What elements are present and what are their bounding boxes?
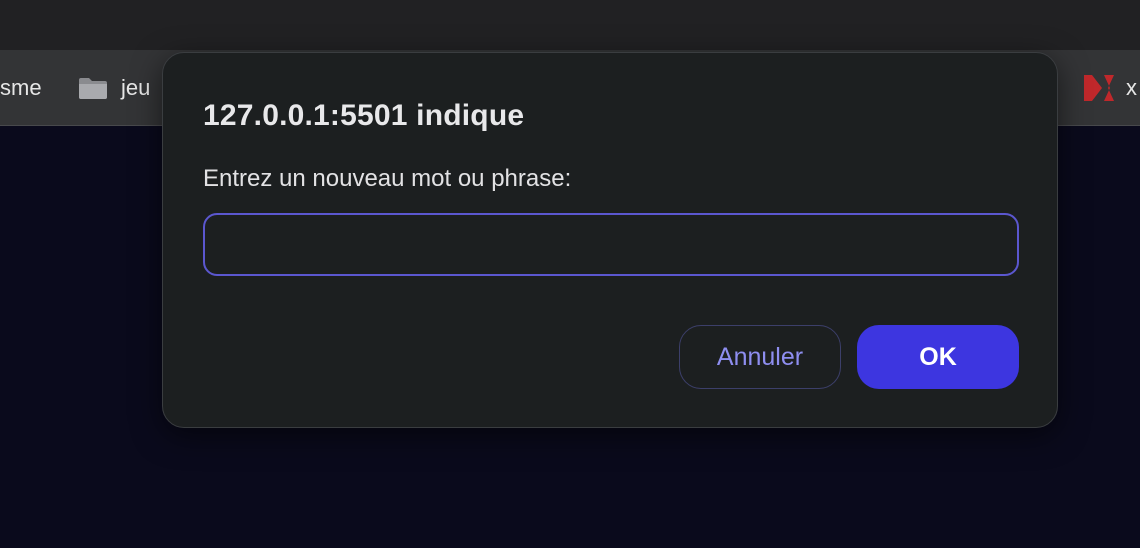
prompt-dialog: 127.0.0.1:5501 indique Entrez un nouveau… [162, 52, 1058, 428]
bookmark-sme[interactable]: sme [0, 50, 42, 126]
cancel-button[interactable]: Annuler [679, 325, 841, 389]
bookmark-folder-jeu[interactable]: jeu [78, 50, 150, 126]
folder-icon [78, 76, 108, 100]
bookmark-label: jeu [121, 75, 151, 100]
browser-tab-strip [0, 0, 1140, 50]
bookmark-label: x [1126, 75, 1137, 100]
dialog-message: Entrez un nouveau mot ou phrase: [203, 165, 572, 192]
ok-button[interactable]: OK [857, 325, 1019, 389]
bookmark-x[interactable]: x [1082, 50, 1137, 126]
prompt-input[interactable] [203, 213, 1019, 276]
dialog-title: 127.0.0.1:5501 indique [203, 99, 525, 132]
bookmark-label: sme [0, 75, 42, 100]
x-logo-icon [1082, 73, 1116, 103]
